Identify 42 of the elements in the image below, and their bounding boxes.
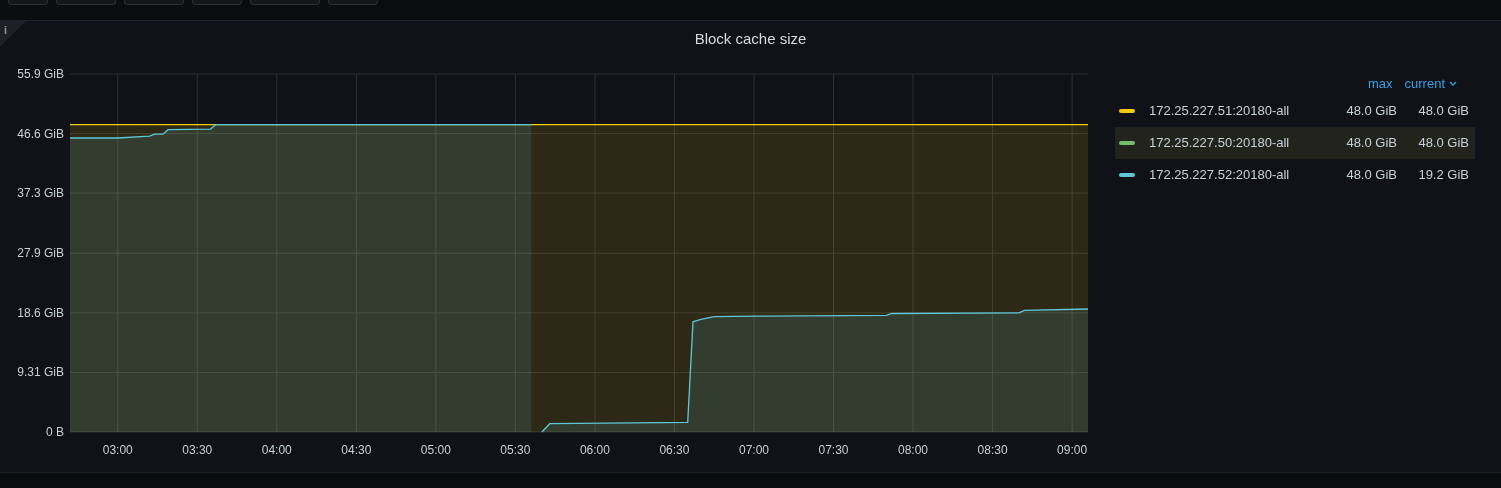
series-name: 172.25.227.51:20180-all (1149, 102, 1290, 121)
x-axis-label: 05:00 (420, 443, 451, 457)
caret-icon (1449, 81, 1457, 87)
toolbar-button[interactable] (8, 0, 48, 5)
legend-column-header[interactable]: max (1367, 74, 1393, 94)
max-value: 48.0 GiB (1345, 134, 1397, 153)
x-axis-label: 06:00 (579, 443, 610, 457)
x-axis-label: 05:30 (500, 443, 531, 457)
panel-title: Block cache size (694, 28, 807, 49)
toolbar-button[interactable] (328, 0, 378, 5)
x-axis-label: 08:30 (977, 443, 1008, 457)
y-axis-label: 9.31 GiB (17, 365, 64, 380)
current-value: 48.0 GiB (1417, 102, 1469, 121)
max-value: 48.0 GiB (1345, 166, 1397, 185)
x-axis-label: 03:00 (102, 443, 133, 457)
info-corner[interactable]: i (0, 21, 26, 47)
y-axis-label: 18.6 GiB (17, 305, 64, 320)
x-axis-label: 04:30 (341, 443, 372, 457)
series-name: 172.25.227.52:20180-all (1149, 166, 1290, 185)
x-axis-label: 06:30 (659, 443, 690, 457)
max-value: 48.0 GiB (1345, 102, 1397, 121)
info-icon: i (4, 22, 8, 39)
x-axis-label: 03:30 (182, 443, 213, 457)
current-value: 48.0 GiB (1417, 134, 1469, 153)
y-axis-label: 27.9 GiB (17, 246, 64, 261)
y-axis-label: 55.9 GiB (17, 67, 64, 81)
current-value: 19.2 GiB (1417, 166, 1469, 185)
y-axis-label: 46.6 GiB (17, 126, 64, 141)
toolbar-button[interactable] (250, 0, 320, 5)
toolbar-button[interactable] (56, 0, 116, 5)
legend-column-header[interactable]: current (1404, 74, 1457, 94)
x-axis-label: 04:00 (261, 443, 292, 457)
x-axis-label: 09:00 (1057, 443, 1088, 457)
toolbar-button[interactable] (192, 0, 242, 5)
x-axis-label: 07:00 (738, 443, 769, 457)
x-axis-label: 07:30 (818, 443, 849, 457)
y-axis-label: 0 B (46, 425, 64, 439)
x-axis-label: 08:00 (898, 443, 929, 457)
legend-row[interactable]: 172.25.227.50:20180-all 48.0 GiB 48.0 GiB (1115, 127, 1475, 159)
series-name: 172.25.227.50:20180-all (1149, 134, 1290, 153)
y-axis-label: 37.3 GiB (17, 186, 64, 201)
toolbar-button[interactable] (124, 0, 184, 5)
